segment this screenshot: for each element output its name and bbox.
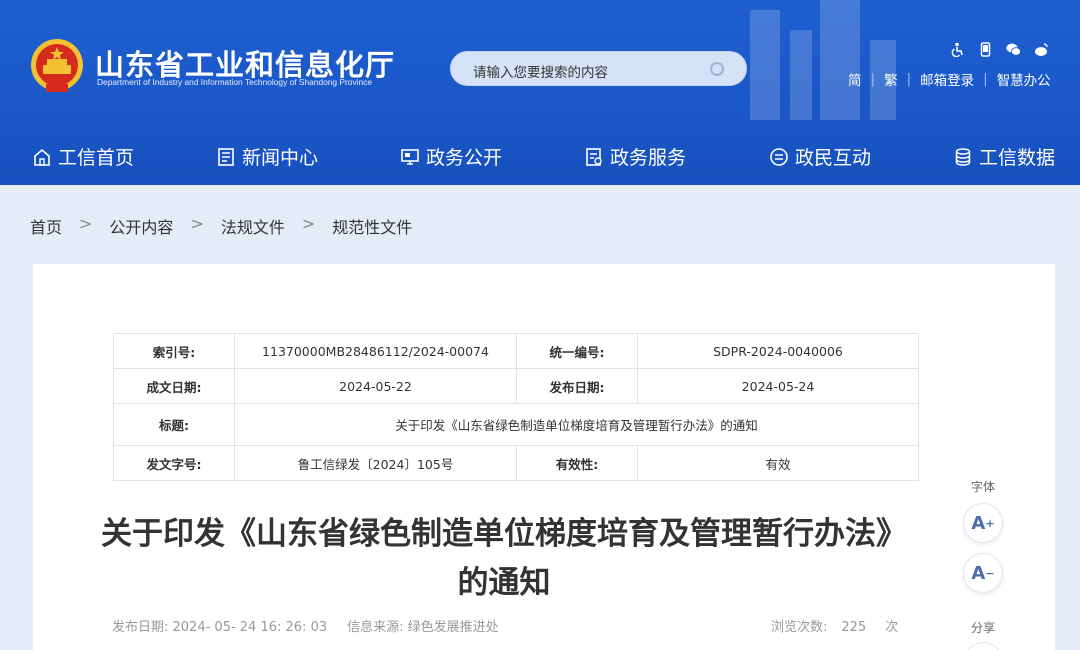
accessibility-icon[interactable]	[950, 42, 965, 58]
site-subtitle: Department of Industry and Information T…	[97, 77, 372, 87]
divider: |	[870, 71, 876, 87]
search-input[interactable]: 请输入您要搜索的内容	[473, 61, 608, 81]
nav-label: 政民互动	[795, 147, 872, 169]
title-value: 关于印发《山东省绿色制造单位梯度培育及管理暂行办法》的通知	[234, 403, 919, 446]
simplified-link[interactable]: 简	[848, 69, 862, 89]
font-down-glyph: A	[971, 562, 986, 584]
index-value: 11370000MB28486112/2024-00074	[234, 333, 517, 369]
database-icon	[955, 147, 971, 166]
doc-number-value: 鲁工信绿发〔2024〕105号	[234, 445, 517, 481]
nav-label: 政务公开	[426, 147, 503, 169]
title-label: 标题:	[113, 403, 235, 446]
monitor-icon	[401, 148, 419, 165]
nav-label: 工信数据	[979, 147, 1056, 169]
nav-item-gov-service[interactable]: 政务服务	[584, 143, 686, 170]
doc-number-label: 发文字号:	[113, 445, 235, 481]
nav-item-home[interactable]: 工信首页	[32, 143, 134, 170]
index-label: 索引号:	[113, 333, 235, 369]
table-row: 成文日期: 2024-05-22 发布日期: 2024-05-24	[113, 368, 919, 404]
article-info: 发布日期: 2024- 05- 24 16: 26: 03 信息来源: 绿色发展推…	[112, 616, 499, 635]
validity-label: 有效性:	[516, 445, 638, 481]
view-count: 浏览次数: 225 次	[771, 616, 898, 635]
publish-date-label: 发布日期:	[516, 368, 638, 404]
font-increase-button[interactable]: A +	[963, 503, 1003, 543]
search-icon[interactable]	[708, 60, 726, 78]
validity-value: 有效	[637, 445, 919, 481]
mobile-icon[interactable]	[978, 42, 993, 57]
plus-icon: +	[985, 516, 995, 530]
utility-icons	[950, 42, 1049, 58]
breadcrumb-home[interactable]: 首页	[30, 214, 62, 238]
home-icon	[34, 148, 50, 166]
breadcrumb-public-content[interactable]: 公开内容	[109, 214, 173, 238]
nav-label: 新闻中心	[242, 147, 319, 169]
divider: |	[906, 71, 912, 87]
smart-office-link[interactable]: 智慧办公	[997, 69, 1051, 89]
minus-icon: −	[985, 566, 995, 580]
info-source: 信息来源: 绿色发展推进处	[347, 620, 499, 635]
publish-datetime: 发布日期: 2024- 05- 24 16: 26: 03	[112, 620, 328, 635]
table-row: 标题: 关于印发《山东省绿色制造单位梯度培育及管理暂行办法》的通知	[113, 403, 919, 446]
breadcrumb: 首页 > 公开内容 > 法规文件 > 规范性文件	[30, 214, 412, 238]
article-title: 关于印发《山东省绿色制造单位梯度培育及管理暂行办法》的通知	[101, 516, 907, 601]
wechat-icon[interactable]	[1006, 42, 1021, 57]
breadcrumb-normative-docs[interactable]: 规范性文件	[332, 214, 412, 238]
table-row: 发文字号: 鲁工信绿发〔2024〕105号 有效性: 有效	[113, 445, 919, 481]
breadcrumb-separator: >	[79, 214, 93, 233]
made-date-value: 2024-05-22	[234, 368, 517, 404]
nav-label: 政务服务	[610, 147, 687, 169]
main-nav: 工信首页 新闻中心 政务公开 政务服务 政民互动 工信数据	[0, 125, 1080, 185]
site-header: 山东省工业和信息化厅 Department of Industry and In…	[0, 0, 1080, 185]
font-size-label: 字体	[970, 480, 995, 494]
breadcrumb-separator: >	[190, 214, 204, 233]
nav-item-interaction[interactable]: 政民互动	[769, 143, 871, 170]
email-login-link[interactable]: 邮箱登录	[920, 69, 974, 89]
article-card: 索引号: 11370000MB28486112/2024-00074 统一编号:…	[33, 264, 1055, 650]
nav-item-gov-affairs[interactable]: 政务公开	[400, 143, 502, 170]
nav-item-data[interactable]: 工信数据	[953, 143, 1055, 170]
news-icon	[218, 147, 234, 166]
publish-date-value: 2024-05-24	[637, 368, 919, 404]
search-box[interactable]: 请输入您要搜索的内容	[450, 51, 747, 86]
document-meta-table: 索引号: 11370000MB28486112/2024-00074 统一编号:…	[113, 333, 919, 481]
views-label: 浏览次数:	[771, 620, 828, 635]
chat-icon	[770, 147, 788, 166]
code-label: 统一编号:	[516, 333, 638, 369]
share-label: 分享	[970, 621, 995, 635]
font-up-glyph: A	[971, 512, 986, 534]
made-date-label: 成文日期:	[113, 368, 235, 404]
breadcrumb-regulations[interactable]: 法规文件	[221, 214, 285, 238]
national-emblem-logo[interactable]	[30, 38, 84, 94]
views-unit: 次	[885, 620, 899, 635]
divider: |	[983, 71, 988, 87]
service-icon	[586, 147, 602, 166]
table-row: 索引号: 11370000MB28486112/2024-00074 统一编号:…	[113, 333, 919, 369]
breadcrumb-separator: >	[301, 214, 316, 233]
utility-links: 简 | 繁 | 邮箱登录 | 智慧办公	[848, 69, 1051, 89]
weibo-icon[interactable]	[1034, 42, 1049, 57]
code-value: SDPR-2024-0040006	[637, 333, 919, 369]
views-value: 225	[841, 620, 867, 635]
nav-label: 工信首页	[58, 147, 135, 169]
nav-item-news[interactable]: 新闻中心	[216, 143, 318, 170]
traditional-link[interactable]: 繁	[884, 69, 898, 89]
font-decrease-button[interactable]: A −	[963, 553, 1003, 593]
